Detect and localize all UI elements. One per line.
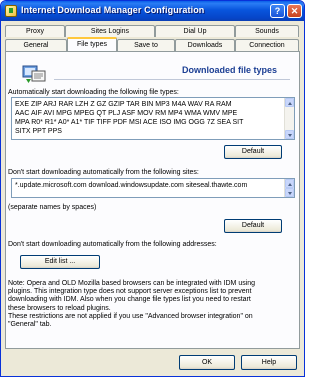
note-line: These restrictions are not applied if yo… xyxy=(8,312,253,320)
file-types-textbox[interactable]: EXE ZIP ARJ RAR LZH Z GZ GZIP TAR BIN MP… xyxy=(11,97,295,140)
sites-value: *.update.microsoft.com download.windowsu… xyxy=(15,182,248,189)
file-types-label: Automatically start downloading the foll… xyxy=(8,89,179,96)
note-line: Note: Opera and OLD Mozilla based browse… xyxy=(8,280,256,287)
file-types-line: AAC AIF AVI MPG MPEG QT PLJ ASF MOV RM M… xyxy=(15,110,238,117)
tab-proxy[interactable]: Proxy xyxy=(5,25,65,37)
panel-title: Downloaded file types xyxy=(182,65,278,75)
scroll-up-icon[interactable] xyxy=(285,98,294,107)
header-divider xyxy=(54,79,290,80)
help-title-button[interactable]: ? xyxy=(270,4,285,18)
sites-label: Don't start downloading automatically fr… xyxy=(8,169,199,176)
note-line: these browsers to reload plugins. xyxy=(8,304,111,312)
file-types-panel: Downloaded file types Automatically star… xyxy=(5,51,300,349)
note-line: "General" tab. xyxy=(8,321,52,329)
tab-downloads[interactable]: Downloads xyxy=(175,39,235,51)
close-button[interactable]: ✕ xyxy=(287,4,302,18)
note-block: Note: Opera and OLD Mozilla based browse… xyxy=(8,280,255,329)
scroll-up-icon[interactable] xyxy=(285,179,294,188)
addresses-label: Don't start downloading automatically fr… xyxy=(8,241,217,248)
file-types-scrollbar[interactable] xyxy=(284,98,294,139)
idm-app-icon xyxy=(5,5,17,17)
file-types-icon xyxy=(22,65,46,83)
scroll-down-icon[interactable] xyxy=(285,188,294,197)
window-title: Internet Download Manager Configuration xyxy=(21,5,205,15)
tab-save-to[interactable]: Save to xyxy=(117,39,175,51)
tab-connection[interactable]: Connection xyxy=(235,39,299,51)
ok-button[interactable]: OK xyxy=(179,355,235,370)
sites-hint: (separate names by spaces) xyxy=(8,204,97,211)
scroll-down-icon[interactable] xyxy=(285,130,294,139)
file-types-line: EXE ZIP ARJ RAR LZH Z GZ GZIP TAR BIN MP… xyxy=(15,101,232,108)
tab-file-types[interactable]: File types xyxy=(67,37,117,51)
sites-default-button[interactable]: Default xyxy=(224,219,282,233)
file-types-line: MPA R0* R1* A0* A1* TIF TIFF PDF MSI ACE… xyxy=(15,119,244,126)
file-types-default-button[interactable]: Default xyxy=(224,145,282,159)
tab-sites-logins[interactable]: Sites Logins xyxy=(65,25,155,37)
edit-list-button[interactable]: Edit list ... xyxy=(20,255,100,269)
file-types-line: SITX PPT PPS xyxy=(15,128,62,135)
title-bar[interactable]: Internet Download Manager Configuration … xyxy=(1,1,304,21)
config-window: Internet Download Manager Configuration … xyxy=(0,0,305,377)
sites-textbox[interactable]: *.update.microsoft.com download.windowsu… xyxy=(11,178,295,198)
tab-dial-up[interactable]: Dial Up xyxy=(155,25,235,37)
help-button[interactable]: Help xyxy=(241,355,297,370)
note-line: downloading with IDM. Also when you chan… xyxy=(8,296,251,304)
note-line: plugins. This integration type does not … xyxy=(8,288,252,296)
sites-scrollbar[interactable] xyxy=(284,179,294,197)
tab-sounds[interactable]: Sounds xyxy=(235,25,299,37)
tab-general[interactable]: General xyxy=(5,39,67,51)
